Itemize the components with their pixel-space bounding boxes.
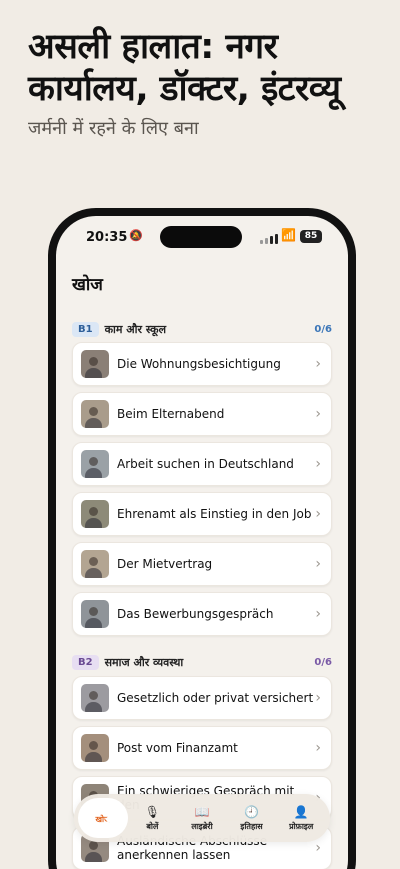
section-header-b1: B1 काम और स्कूल 0/6 bbox=[72, 320, 332, 338]
hero: असली हालात: नगर कार्यालय, डॉक्टर, इंटरव्… bbox=[28, 26, 378, 140]
lesson-thumbnail bbox=[81, 350, 109, 378]
lesson-thumbnail bbox=[81, 450, 109, 478]
clock-icon: 🕘 bbox=[244, 804, 260, 819]
lesson-title: Post vom Finanzamt bbox=[117, 741, 238, 755]
lesson-title: Der Mietvertrag bbox=[117, 557, 213, 571]
lesson-card[interactable]: Das Bewerbungsgespräch › bbox=[72, 592, 332, 636]
chevron-right-icon: › bbox=[315, 690, 321, 706]
lesson-thumbnail bbox=[81, 600, 109, 628]
lesson-title: Die Wohnungsbesichtigung bbox=[117, 357, 281, 371]
tab-profile[interactable]: 👤 प्रोफ़ाइल bbox=[276, 798, 326, 838]
lesson-thumbnail bbox=[81, 500, 109, 528]
section-title: समाज और व्यवस्था bbox=[104, 655, 184, 669]
microphone-icon: 🎙 bbox=[144, 804, 160, 819]
battery-indicator: 85 bbox=[300, 230, 322, 243]
lesson-title: Gesetzlich oder privat versichert bbox=[117, 691, 314, 705]
tab-speak[interactable]: 🎙 बोलें bbox=[128, 798, 178, 838]
phone-frame: 20:35 🔕 📶 85 खोज B1 काम और स्कूल 0/6 Die… bbox=[48, 208, 356, 869]
lesson-card[interactable]: Ehrenamt als Einstieg in den Job › bbox=[72, 492, 332, 536]
lesson-card[interactable]: Die Wohnungsbesichtigung › bbox=[72, 342, 332, 386]
wifi-icon: 📶 bbox=[281, 228, 296, 242]
lesson-card[interactable]: Der Mietvertrag › bbox=[72, 542, 332, 586]
tab-explore[interactable]: खोज bbox=[78, 798, 128, 838]
tab-label: बोलें bbox=[146, 821, 159, 831]
tab-label: लाइब्रेरी bbox=[191, 821, 213, 831]
hero-subtitle: जर्मनी में रहने के लिए बना bbox=[28, 118, 199, 139]
lesson-card[interactable]: Gesetzlich oder privat versichert › bbox=[72, 676, 332, 720]
lesson-title: Beim Elternabend bbox=[117, 407, 225, 421]
lesson-title: Das Bewerbungsgespräch bbox=[117, 607, 274, 621]
dynamic-island bbox=[160, 226, 242, 248]
book-icon: 📖 bbox=[194, 804, 210, 819]
chevron-right-icon: › bbox=[315, 840, 321, 856]
level-badge: B2 bbox=[72, 654, 99, 670]
phone-screen: 20:35 🔕 📶 85 खोज B1 काम और स्कूल 0/6 Die… bbox=[56, 216, 348, 869]
lesson-thumbnail bbox=[81, 734, 109, 762]
cell-signal-icon bbox=[260, 234, 278, 244]
tab-label: प्रोफ़ाइल bbox=[289, 821, 314, 831]
lesson-card[interactable]: Post vom Finanzamt › bbox=[72, 726, 332, 770]
section-header-b2: B2 समाज और व्यवस्था 0/6 bbox=[72, 653, 332, 671]
section-title: काम और स्कूल bbox=[104, 322, 167, 336]
status-bar: 20:35 🔕 📶 85 bbox=[56, 216, 348, 258]
hero-title: असली हालात: नगर कार्यालय, डॉक्टर, इंटरव्… bbox=[28, 27, 341, 109]
chevron-right-icon: › bbox=[315, 406, 321, 422]
chevron-right-icon: › bbox=[315, 456, 321, 472]
lesson-thumbnail bbox=[81, 400, 109, 428]
level-badge: B1 bbox=[72, 321, 99, 337]
lesson-title: Ehrenamt als Einstieg in den Job bbox=[117, 507, 312, 521]
status-time: 20:35 bbox=[86, 230, 128, 245]
section-progress: 0/6 bbox=[314, 656, 332, 668]
lesson-card[interactable]: Beim Elternabend › bbox=[72, 392, 332, 436]
lesson-thumbnail bbox=[81, 684, 109, 712]
lesson-title: Arbeit suchen in Deutschland bbox=[117, 457, 294, 471]
chevron-right-icon: › bbox=[315, 740, 321, 756]
chevron-right-icon: › bbox=[315, 356, 321, 372]
chevron-right-icon: › bbox=[315, 506, 321, 522]
tab-history[interactable]: 🕘 इतिहास bbox=[227, 798, 277, 838]
lesson-list-b1: Die Wohnungsbesichtigung › Beim Elternab… bbox=[72, 342, 332, 642]
page-title: खोज bbox=[72, 275, 103, 295]
tab-library[interactable]: 📖 लाइब्रेरी bbox=[177, 798, 227, 838]
lesson-thumbnail bbox=[81, 550, 109, 578]
person-icon: 👤 bbox=[293, 804, 309, 819]
chevron-right-icon: › bbox=[315, 606, 321, 622]
section-progress: 0/6 bbox=[314, 323, 332, 335]
tab-label: इतिहास bbox=[240, 821, 263, 831]
tab-bar: खोज 🎙 बोलें 📖 लाइब्रेरी 🕘 इतिहास 👤 प्रोफ… bbox=[74, 794, 330, 842]
bell-muted-icon: 🔕 bbox=[129, 229, 143, 242]
chevron-right-icon: › bbox=[315, 556, 321, 572]
lesson-card[interactable]: Arbeit suchen in Deutschland › bbox=[72, 442, 332, 486]
